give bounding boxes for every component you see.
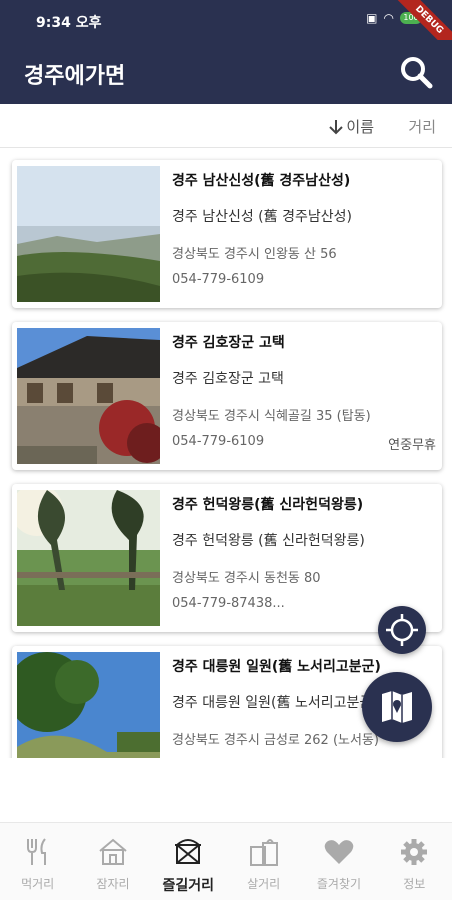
arrow-down-icon [329, 119, 344, 134]
place-address: 경상북도 경주시 인왕동 산 56 [172, 247, 337, 262]
app-bar: 경주에가면 [0, 40, 452, 104]
place-phone[interactable]: 054-779-6109 [172, 272, 264, 287]
place-card[interactable]: 경주 남산신성(舊 경주남산성) 경주 남산신성 (舊 경주남산성) 경상북도 … [12, 160, 442, 308]
bottom-navigation: 먹거리 잠자리 즐길거리 살거리 즐겨찾기 정보 [0, 822, 452, 900]
heart-icon [324, 840, 354, 864]
place-list: 경주 남산신성(舊 경주남산성) 경주 남산신성 (舊 경주남산성) 경상북도 … [0, 148, 452, 758]
nav-item-shopping[interactable]: 살거리 [226, 823, 301, 900]
place-name: 경주 헌덕왕릉(舊 신라헌덕왕릉) [172, 497, 364, 513]
place-name: 경주 김호장군 고택 [172, 335, 285, 351]
place-thumbnail [17, 166, 160, 302]
place-subtitle: 경주 남산신성 (舊 경주남산성) [172, 209, 352, 225]
fork-knife-icon [26, 838, 46, 865]
place-phone[interactable]: 054-779-87438... [172, 596, 285, 611]
shopping-bag-icon [249, 839, 278, 866]
nav-item-info[interactable]: 정보 [377, 823, 452, 900]
place-name: 경주 남산신성(舊 경주남산성) [172, 173, 351, 189]
wifi-icon: ◠ [383, 11, 394, 25]
nav-item-favorites[interactable]: 즐겨찾기 [301, 823, 376, 900]
nav-label: 먹거리 [21, 877, 55, 891]
place-phone[interactable]: 054-779-6109 [172, 434, 264, 449]
place-hours: 연중무휴 [388, 438, 436, 453]
my-location-button[interactable] [378, 606, 426, 654]
place-subtitle: 경주 헌덕왕릉 (舊 신라헌덕왕릉) [172, 533, 365, 549]
nav-label: 즐겨찾기 [316, 877, 362, 891]
place-address: 경상북도 경주시 동천동 80 [172, 571, 321, 586]
sort-by-name-button[interactable]: 이름 [328, 116, 374, 137]
status-bar: 9:34 오후 ▣ ◠ 100 DEBUG [0, 0, 452, 58]
place-subtitle: 경주 김호장군 고택 [172, 371, 284, 387]
nav-label: 잠자리 [96, 877, 130, 891]
page-title: 경주에가면 [24, 63, 126, 88]
place-thumbnail [17, 490, 160, 626]
nav-item-activities[interactable]: 즐길거리 [151, 823, 226, 900]
nav-item-lodging[interactable]: 잠자리 [75, 823, 150, 900]
sort-by-distance-button[interactable]: 거리 [408, 116, 436, 137]
house-icon [99, 838, 127, 865]
gear-icon [401, 839, 428, 865]
nav-label: 정보 [403, 877, 426, 891]
status-time: 9:34 오후 [36, 15, 102, 31]
place-address: 경상북도 경주시 식혜골길 35 (탑동) [172, 409, 371, 424]
sort-by-name-label: 이름 [346, 118, 374, 136]
nav-item-food[interactable]: 먹거리 [0, 823, 75, 900]
place-thumbnail [17, 328, 160, 464]
place-thumbnail [17, 652, 160, 758]
map-view-button[interactable] [362, 672, 432, 742]
map-icon [382, 691, 412, 723]
tent-icon [175, 839, 202, 864]
sim-icon: ▣ [366, 11, 378, 25]
sort-bar: 이름 거리 [0, 104, 452, 148]
search-icon[interactable] [396, 52, 436, 92]
nav-label: 살거리 [247, 877, 281, 891]
place-card[interactable]: 경주 김호장군 고택 경주 김호장군 고택 경상북도 경주시 식혜골길 35 (… [12, 322, 442, 470]
crosshair-icon [386, 614, 418, 646]
nav-label: 즐길거리 [162, 878, 215, 894]
